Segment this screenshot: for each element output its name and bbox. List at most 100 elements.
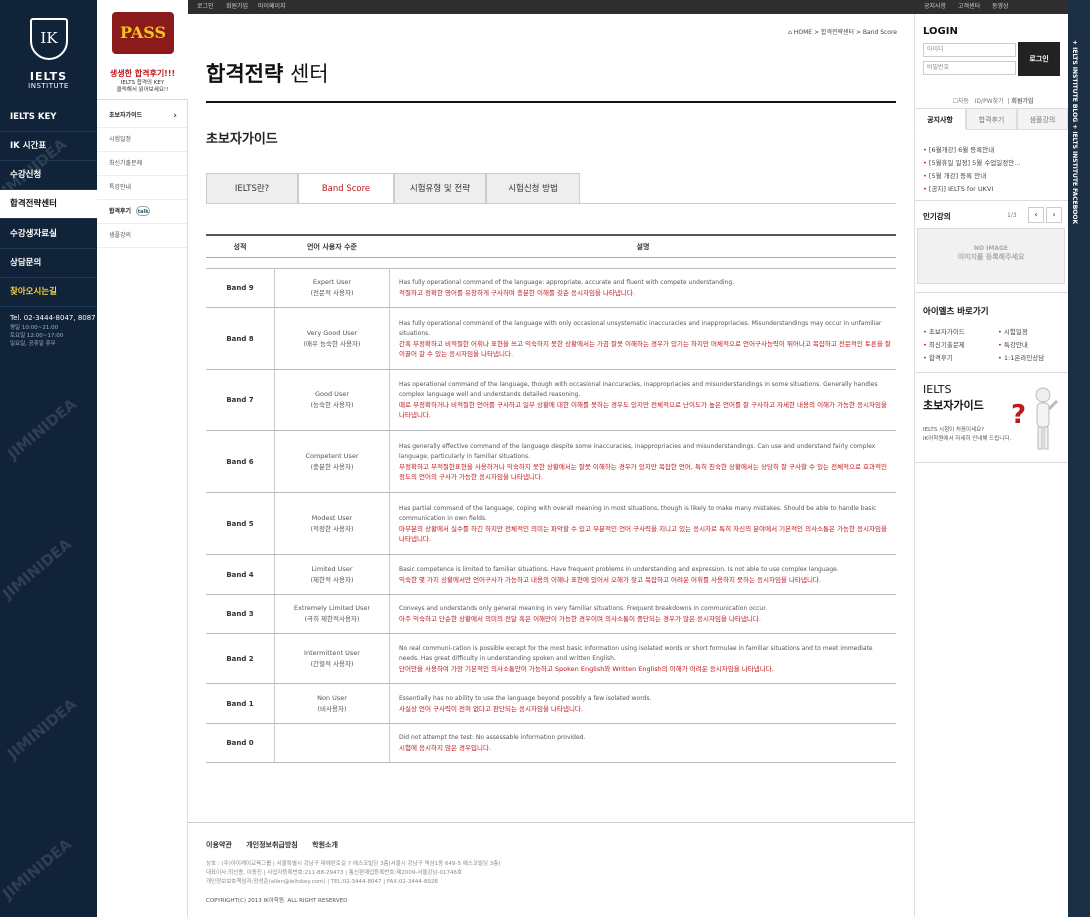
login-button[interactable]: 로그인 — [1018, 42, 1060, 76]
level-cell: Limited User (제한적 사용자) — [274, 555, 390, 594]
menu-timetable[interactable]: IK 시간표 — [0, 132, 97, 161]
level-label: Intermittent User — [304, 648, 360, 657]
menu-ielts-key[interactable]: IELTS KEY — [0, 103, 97, 132]
level-cell: Expert User (전문적 사용자) — [274, 269, 390, 307]
section-title: 초보자가이드 — [206, 132, 278, 147]
quick-beginner-guide[interactable]: 초보자가이드 — [923, 326, 965, 336]
level-cell — [274, 724, 390, 762]
tab-reviews[interactable]: 합격후기 — [966, 108, 1017, 130]
band-cell: Band 3 — [206, 595, 274, 633]
prev-icon[interactable]: ‹ — [1028, 207, 1044, 223]
description-cell: Has fully operational command of the lan… — [399, 269, 891, 307]
join-link[interactable]: 회원가입 — [1011, 98, 1033, 105]
logo[interactable]: IK IELTS INSTITUTE — [0, 0, 97, 99]
description-en: Has generally effective command of the l… — [399, 442, 876, 460]
description-cell: Essentially has no ability to use the la… — [399, 684, 891, 723]
guide-line: IELTS 시험이 처음이세요? — [923, 427, 985, 433]
auto-login-label: 자동 — [957, 98, 969, 105]
menu-strategy-center[interactable]: 합격전략센터 — [0, 190, 97, 219]
quick-reviews[interactable]: 합격후기 — [923, 352, 953, 362]
quick-past-questions[interactable]: 최신기출문제 — [923, 339, 965, 349]
tab-samples[interactable]: 샘플강의 — [1017, 108, 1068, 130]
subnav-past-questions[interactable]: 최신기출문제 — [97, 152, 187, 176]
description-cell: Conveys and understands only general mea… — [399, 595, 891, 633]
popular-title: 인기강의 — [923, 212, 951, 221]
tab-application[interactable]: 시험신청 방법 — [486, 173, 580, 204]
notice-item[interactable]: [5월휴일 일정] 5월 수업일정안… — [923, 157, 1021, 167]
subnav-schedule[interactable]: 시험일정 — [97, 128, 187, 152]
description-cell: Has generally effective command of the l… — [399, 431, 891, 492]
next-icon[interactable]: › — [1046, 207, 1062, 223]
level-label: Competent User — [305, 451, 359, 460]
about-link[interactable]: 학원소개 — [312, 841, 338, 849]
find-account-link[interactable]: ID/PW찾기 — [975, 98, 1004, 105]
subnav-beginner-guide[interactable]: 초보자가이드 › — [97, 104, 187, 128]
notice-item[interactable]: [공지] IELTS for UKVI — [923, 183, 993, 193]
subnav-sample-lecture[interactable]: 샘플강의 — [97, 224, 187, 248]
notice-link[interactable]: 공지사항 — [924, 0, 946, 14]
svg-text:?: ? — [1011, 400, 1026, 430]
table-row: Band 7 Good User (능숙한 사용자) Has operational … — [206, 370, 896, 431]
menu-materials[interactable]: 수강생자료실 — [0, 220, 97, 249]
description-ko: 시험에 응시하지 않은 경우입니다. — [399, 744, 491, 752]
description-en: Did not attempt the test: No assessable … — [399, 734, 586, 741]
table-row: Band 1 Non User (비사용자) Essentially has no a… — [206, 684, 896, 724]
table-row: Band 6 Competent User (충분한 사용자) Has general… — [206, 431, 896, 493]
level-label-ko: (능숙한 사용자) — [310, 401, 354, 409]
quicklinks-title: 아이엘츠 바로가기 — [923, 307, 989, 317]
band-label: Band 6 — [226, 457, 254, 466]
login-link[interactable]: 로그인 — [197, 0, 214, 14]
tab-notices[interactable]: 공지사항 — [914, 108, 966, 130]
quick-special-lecture[interactable]: 특강안내 — [998, 339, 1028, 349]
quick-online-consulting[interactable]: 1:1온라인상담 — [998, 352, 1044, 362]
social-links[interactable]: + IELTS INSTITUTE BLOG + IELTS INSTITUTE… — [1071, 40, 1078, 224]
tab-test-types[interactable]: 시험유형 및 전략 — [394, 173, 486, 204]
title-divider — [206, 101, 896, 103]
menu-consulting[interactable]: 상담문의 — [0, 249, 97, 278]
top-bar — [188, 0, 914, 14]
table-row: Band 5 Modest User (적정한 사용자) Has partial co… — [206, 493, 896, 555]
level-label-ko: (극히 제한적사용자) — [304, 615, 360, 623]
guide-title: IELTS — [923, 383, 952, 396]
subnav-special-lecture[interactable]: 특강안내 — [97, 176, 187, 200]
level-cell: Intermittent User (간헐적 사용자) — [274, 634, 390, 683]
notice-item[interactable]: [6월개강] 6월 등록안내 — [923, 144, 994, 154]
header-description: 설명 — [636, 243, 650, 251]
quick-schedule[interactable]: 시험일정 — [998, 326, 1028, 336]
divider — [914, 200, 1068, 201]
band-label: Band 1 — [226, 699, 254, 708]
popular-image[interactable]: NO IMAGE 이미지를 등록해주세요 — [917, 228, 1065, 284]
menu-directions[interactable]: 찾아오시는길 — [0, 278, 97, 307]
password-input[interactable]: 비밀번호 — [923, 61, 1016, 75]
description-ko: 사실상 언어 구사력이 전혀 없다고 판단되는 응시자임을 나타냅니다. — [399, 704, 583, 713]
tab-band-score[interactable]: Band Score — [298, 173, 394, 204]
description-ko: 단어만을 사용하여 가장 기본적인 의사소통만이 가능하고 Spoken Eng… — [399, 664, 774, 673]
description-en: No real communi-cation is possible excep… — [399, 644, 873, 662]
breadcrumb-text[interactable]: HOME > 합격전략센터 > Band Score — [794, 29, 897, 36]
description-cell: Has partial command of the language, cop… — [399, 493, 891, 554]
signup-link[interactable]: 회원가입 — [226, 0, 248, 14]
copyright: COPYRIGHT(C) 2013 IK아학원. ALL RIGHT RESER… — [206, 898, 348, 904]
level-label-ko: (충분한 사용자) — [310, 462, 354, 471]
privacy-link[interactable]: 개인정보취급방침 — [246, 841, 298, 849]
level-cell: Modest User (적정한 사용자) — [274, 493, 390, 554]
logo-subtitle: INSTITUTE — [28, 82, 69, 90]
guide-subtitle[interactable]: 초보자가이드 — [923, 397, 984, 413]
level-cell: Good User (능숙한 사용자) — [274, 370, 390, 430]
id-input[interactable]: 아이디 — [923, 43, 1016, 57]
video-link[interactable]: 동영상 — [992, 0, 1009, 14]
subnav-reviews[interactable]: 합격후기 talk — [97, 200, 187, 224]
pass-banner[interactable]: PASS 생생한 합격후기!!! IELTS 합격의 KEY 클릭해서 읽어보세… — [97, 0, 188, 100]
support-link[interactable]: 고객센터 — [958, 0, 980, 14]
description-ko: 아주 익숙하고 단순한 상황에서 의미의 전달 혹은 이해만이 가능한 경우이며… — [399, 615, 761, 623]
level-label: Limited User — [311, 564, 353, 573]
notice-item[interactable]: [5월 개강] 등록 안내 — [923, 170, 986, 180]
band-label: Band 5 — [226, 519, 254, 528]
tab-ielts-intro[interactable]: IELTS란? — [206, 173, 298, 204]
menu-registration[interactable]: 수강신청 — [0, 161, 97, 190]
band-cell: Band 7 — [206, 370, 274, 430]
terms-link[interactable]: 이용약관 — [206, 841, 232, 849]
mypage-link[interactable]: 마이페이지 — [258, 0, 286, 14]
login-options: ☐자동 ID/PW찾기 | 회원가입 — [952, 98, 1034, 105]
description-en: Has fully operational command of the lan… — [399, 319, 882, 337]
